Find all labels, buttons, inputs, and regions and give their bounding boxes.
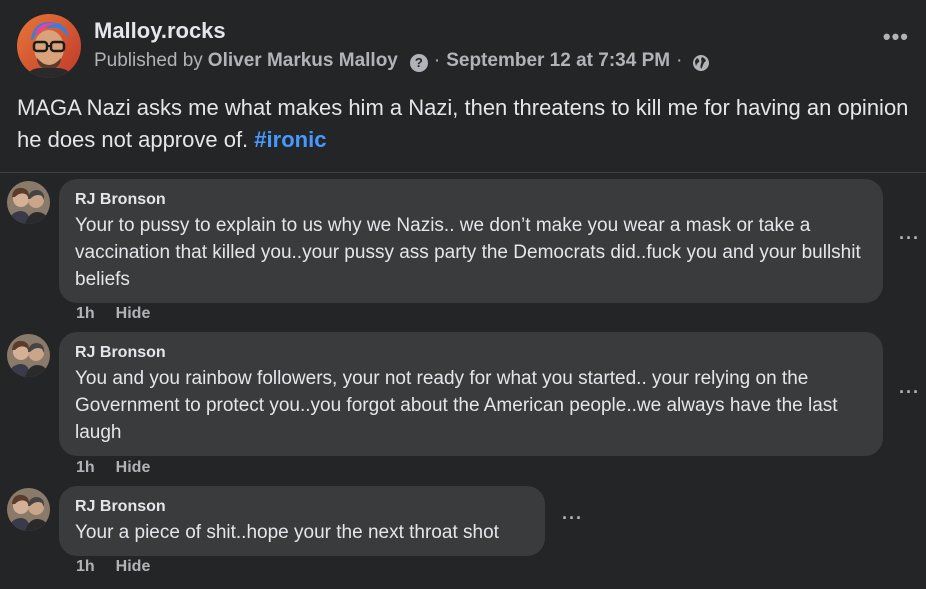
comment-text: Your to pussy to explain to us why we Na… xyxy=(75,215,861,290)
post-header: Malloy.rocks Published by Oliver Markus … xyxy=(17,14,917,80)
author-link[interactable]: Oliver Markus Malloy xyxy=(208,50,398,72)
comment-more-icon[interactable]: ··· xyxy=(899,228,920,249)
post-meta: Published by Oliver Markus Malloy ? · Se… xyxy=(94,50,710,72)
hide-button[interactable]: Hide xyxy=(116,459,151,477)
post-timestamp[interactable]: September 12 at 7:34 PM xyxy=(446,50,670,72)
separator-dot: · xyxy=(676,50,683,71)
cartoon-avatar-icon xyxy=(17,14,81,78)
comment-actions: 1h Hide xyxy=(76,305,150,323)
comment-time[interactable]: 1h xyxy=(76,558,95,576)
hashtag-link[interactable]: #ironic xyxy=(254,127,326,152)
commenter-name[interactable]: RJ Bronson xyxy=(75,190,867,210)
more-icon[interactable]: ••• xyxy=(883,24,909,50)
hide-button[interactable]: Hide xyxy=(116,305,151,323)
post-body: MAGA Nazi asks me what makes him a Nazi,… xyxy=(17,95,909,152)
page-name[interactable]: Malloy.rocks xyxy=(94,18,226,44)
globe-icon[interactable] xyxy=(692,54,710,72)
comment-bubble: RJ Bronson You and you rainbow followers… xyxy=(59,332,883,456)
separator-dot: · xyxy=(433,50,441,71)
published-by-label: Published by xyxy=(94,50,203,71)
comment-bubble: RJ Bronson Your a piece of shit..hope yo… xyxy=(59,486,545,556)
commenter-avatar[interactable] xyxy=(7,488,50,531)
comment-more-icon[interactable]: ··· xyxy=(899,382,920,403)
commenter-name[interactable]: RJ Bronson xyxy=(75,497,529,517)
comment-bubble: RJ Bronson Your to pussy to explain to u… xyxy=(59,179,883,303)
hide-button[interactable]: Hide xyxy=(116,558,151,576)
page-avatar[interactable] xyxy=(17,14,81,78)
commenter-avatar[interactable] xyxy=(7,334,50,377)
post-text: MAGA Nazi asks me what makes him a Nazi,… xyxy=(17,92,917,156)
comment-text: You and you rainbow followers, your not … xyxy=(75,368,838,443)
commenter-name[interactable]: RJ Bronson xyxy=(75,343,867,363)
question-icon[interactable]: ? xyxy=(409,53,428,72)
commenter-avatar[interactable] xyxy=(7,181,50,224)
comment-time[interactable]: 1h xyxy=(76,459,95,477)
comment-actions: 1h Hide xyxy=(76,558,150,576)
divider xyxy=(0,172,926,173)
comment-more-icon[interactable]: ··· xyxy=(562,508,583,529)
comment-time[interactable]: 1h xyxy=(76,305,95,323)
comment-actions: 1h Hide xyxy=(76,459,150,477)
comment-text: Your a piece of shit..hope your the next… xyxy=(75,522,499,543)
